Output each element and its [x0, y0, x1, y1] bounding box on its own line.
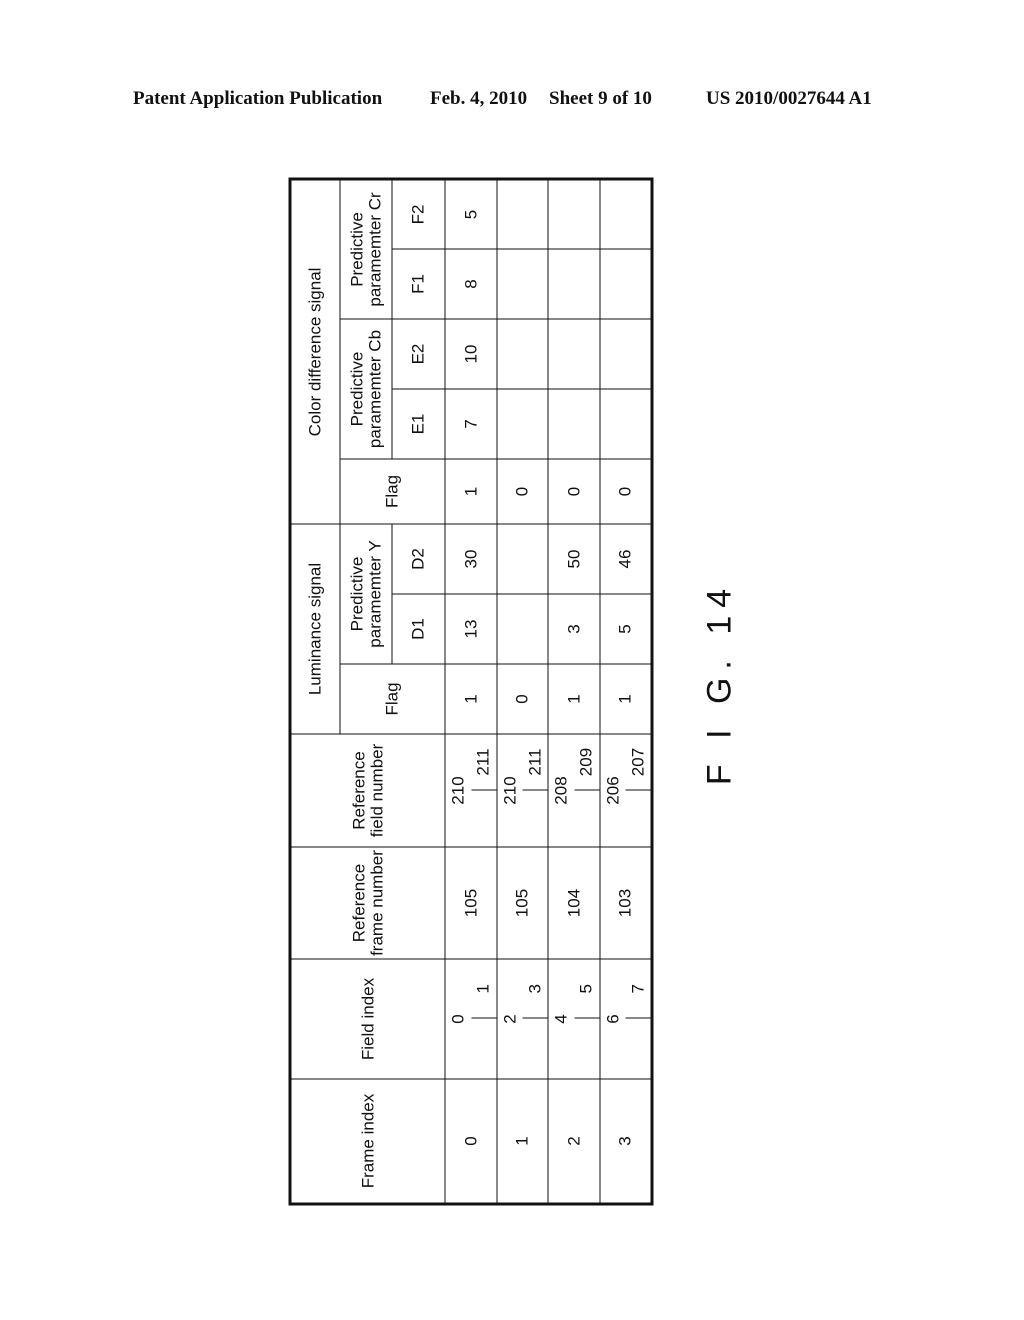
cell-f2: [547, 178, 600, 249]
cell-f2: [496, 178, 548, 249]
publication-date: Feb. 4, 2010: [430, 88, 528, 109]
patent-number: US 2010/0027644 A1: [706, 88, 872, 109]
cell-lum-flag: 1: [547, 663, 600, 734]
cell-color-flag: 0: [496, 458, 548, 524]
header-color-flag: Flag: [339, 458, 445, 524]
cell-lum-flag: 0: [496, 663, 548, 734]
header-field-index: Field index: [289, 958, 445, 1079]
cell-d1: [496, 593, 548, 664]
cell-e1: [599, 388, 652, 459]
cell-field-b: 1: [470, 959, 496, 1019]
cell-ref-field-b: 207: [625, 734, 650, 790]
cell-field-a: 2: [499, 1013, 519, 1024]
cell-ref-frame: 105: [496, 846, 548, 959]
cell-field-index: 67: [599, 958, 652, 1079]
cell-field-b: 7: [625, 959, 650, 1019]
cell-f1: [547, 248, 600, 319]
header-predictive-y: Predictive paramemter Y: [339, 523, 392, 664]
header-ref-field-number: Reference field number: [289, 733, 445, 847]
cell-ref-field-a: 206: [602, 775, 622, 805]
cell-d2: [496, 523, 548, 594]
cell-color-flag: 0: [599, 458, 652, 524]
table-row: 3 67 103 206 207 1 5 46 0: [599, 178, 652, 1204]
cell-ref-field: 208 209: [547, 733, 600, 847]
cell-d1: 13: [444, 593, 497, 664]
cell-ref-field: 206 207: [599, 733, 652, 847]
cell-d2: 50: [547, 523, 600, 594]
cell-field-b: 5: [573, 959, 599, 1019]
header-f2: F2: [391, 178, 445, 249]
cell-e1: [496, 388, 548, 459]
cell-frame-index: 3: [599, 1078, 652, 1204]
cell-color-flag: 0: [547, 458, 600, 524]
cell-e2: [496, 318, 548, 389]
cell-e1: [547, 388, 600, 459]
header-e2: E2: [391, 318, 445, 389]
figure-table-rotated: Frame index Field index Reference frame …: [288, 176, 653, 1205]
cell-field-a: 6: [602, 1013, 622, 1024]
cell-ref-field: 210 211: [444, 733, 497, 847]
cell-field-index: 23: [496, 958, 548, 1079]
header-lum-flag: Flag: [339, 663, 445, 734]
table-row: 0 01 105 210 211 1 13 30 1 7 10 8 5: [444, 178, 497, 1204]
cell-lum-flag: 1: [599, 663, 652, 734]
cell-d1: 3: [547, 593, 600, 664]
cell-field-index: 45: [547, 958, 600, 1079]
cell-frame-index: 1: [496, 1078, 548, 1204]
data-table: Frame index Field index Reference frame …: [288, 176, 653, 1205]
cell-f1: [599, 248, 652, 319]
cell-field-b: 3: [522, 959, 547, 1019]
cell-field-a: 0: [447, 1013, 467, 1024]
cell-ref-field: 210 211: [496, 733, 548, 847]
cell-f2: [599, 178, 652, 249]
header-predictive-cr: Predictive paramemter Cr: [339, 178, 392, 319]
cell-f2: 5: [444, 178, 497, 249]
cell-frame-index: 2: [547, 1078, 600, 1204]
header-color-difference-signal: Color difference signal: [289, 178, 340, 524]
cell-ref-frame: 104: [547, 846, 600, 959]
sheet-number: Sheet 9 of 10: [549, 88, 652, 109]
header-d2: D2: [391, 523, 445, 594]
cell-f1: 8: [444, 248, 497, 319]
header-luminance-signal: Luminance signal: [289, 523, 340, 734]
cell-f1: [496, 248, 548, 319]
cell-ref-field-a: 210: [447, 775, 467, 805]
publication-title: Patent Application Publication: [133, 88, 383, 109]
cell-e2: 10: [444, 318, 497, 389]
cell-lum-flag: 1: [444, 663, 497, 734]
cell-ref-frame: 105: [444, 846, 497, 959]
header-e1: E1: [391, 388, 445, 459]
header-ref-frame-number: Reference frame number: [289, 846, 445, 959]
cell-e2: [599, 318, 652, 389]
header-frame-index: Frame index: [289, 1078, 445, 1204]
header-predictive-cb: Predictive paramemter Cb: [339, 318, 392, 459]
cell-field-index: 01: [444, 958, 497, 1079]
cell-d2: 46: [599, 523, 652, 594]
figure-label: F I G. 14: [700, 581, 740, 785]
table-row: 2 45 104 208 209 1 3 50 0: [547, 178, 600, 1204]
cell-d2: 30: [444, 523, 497, 594]
figure-label-text: F I G. 14: [700, 580, 739, 786]
cell-color-flag: 1: [444, 458, 497, 524]
header-d1: D1: [391, 593, 445, 664]
cell-ref-field-b: 209: [573, 734, 599, 790]
cell-ref-field-b: 211: [522, 734, 547, 790]
cell-field-a: 4: [550, 1013, 570, 1024]
cell-e1: 7: [444, 388, 497, 459]
cell-d1: 5: [599, 593, 652, 664]
cell-ref-frame: 103: [599, 846, 652, 959]
cell-frame-index: 0: [444, 1078, 497, 1204]
header-f1: F1: [391, 248, 445, 319]
table-row: 1 23 105 210 211 0 0: [496, 178, 548, 1204]
cell-ref-field-b: 211: [470, 734, 496, 790]
cell-e2: [547, 318, 600, 389]
cell-ref-field-a: 208: [550, 775, 570, 805]
cell-ref-field-a: 210: [499, 775, 519, 805]
